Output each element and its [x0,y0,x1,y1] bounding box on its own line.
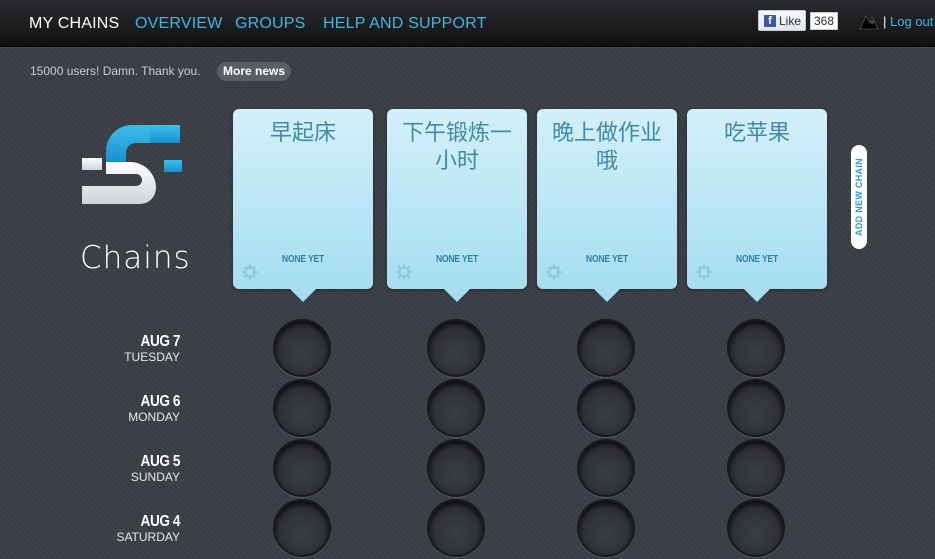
day-slot-aug4-chain3[interactable] [577,499,635,557]
facebook-icon: f [764,14,776,27]
chain-title: 下午锻炼一小时 [401,120,512,173]
day-weekday: TUESDAY [124,350,180,364]
add-new-chain-label: ADD NEW CHAIN [854,158,864,236]
logo-wordmark: Chains [80,240,191,276]
gear-icon[interactable] [695,263,713,281]
day-date: AUG 7 [140,333,181,350]
day-slot-aug5-chain4[interactable] [727,439,785,497]
day-slot-aug7-chain1[interactable] [273,319,331,377]
facebook-like-button[interactable]: f Like [758,10,806,31]
day-date: AUG 6 [140,393,181,410]
separator: | [883,14,887,29]
day-label: AUG 4 SATURDAY [100,513,180,544]
day-slot-aug6-chain4[interactable] [727,379,785,437]
day-slot-aug7-chain4[interactable] [727,319,785,377]
chain-title: 吃苹果 [723,120,790,145]
day-slot-aug5-chain2[interactable] [427,439,485,497]
like-count: 368 [810,12,839,30]
nav-overview[interactable]: OVERVIEW [135,15,223,33]
chain-card[interactable]: 晚上做作业哦 NONE YET [537,109,677,302]
nav-groups[interactable]: GROUPS [235,15,306,33]
chain-title: 晚上做作业哦 [551,120,662,173]
day-slot-aug7-chain2[interactable] [427,319,485,377]
like-label: Like [779,13,802,28]
day-slot-aug4-chain1[interactable] [273,499,331,557]
day-slot-aug6-chain1[interactable] [273,379,331,437]
day-slot-aug6-chain3[interactable] [577,379,635,437]
nav-my-chains[interactable]: MY CHAINS [29,15,119,33]
day-weekday: MONDAY [128,410,180,424]
chain-card[interactable]: 早起床 NONE YET [233,109,373,302]
logout-link[interactable]: Log out [890,14,933,29]
chains-logo-icon [82,125,182,204]
nav-help-and-support[interactable]: HELP AND SUPPORT [323,15,487,33]
gear-icon[interactable] [545,263,563,281]
day-slot-aug5-chain1[interactable] [273,439,331,497]
day-slot-aug6-chain2[interactable] [427,379,485,437]
day-slot-aug5-chain3[interactable] [577,439,635,497]
gear-icon[interactable] [241,263,259,281]
day-weekday: SUNDAY [130,470,180,484]
day-label: AUG 5 SUNDAY [100,453,181,484]
chain-status: NONE YET [736,254,778,265]
chain-status: NONE YET [586,254,628,265]
day-label: AUG 6 MONDAY [100,393,180,424]
account-links: | Log out [883,14,933,29]
chain-card[interactable]: 下午锻炼一小时 NONE YET [387,109,527,302]
chain-title: 早起床 [269,120,336,145]
day-weekday: SATURDAY [116,530,180,544]
day-date: AUG 5 [140,453,181,470]
day-slot-aug4-chain2[interactable] [427,499,485,557]
more-news-button[interactable]: More news [217,62,292,81]
user-avatar-icon[interactable] [858,13,880,31]
day-date: AUG 4 [140,513,181,530]
chain-card[interactable]: 吃苹果 NONE YET [687,109,827,302]
chain-status: NONE YET [282,254,324,265]
gear-icon[interactable] [395,263,413,281]
day-slot-aug4-chain4[interactable] [727,499,785,557]
news-text: 15000 users! Damn. Thank you. [30,64,201,78]
top-navigation-bar: MY CHAINS OVERVIEW GROUPS HELP AND SUPPO… [0,0,935,47]
chain-status: NONE YET [436,254,478,265]
day-slot-aug7-chain3[interactable] [577,319,635,377]
day-label: AUG 7 TUESDAY [100,333,180,364]
add-new-chain-button[interactable]: ADD NEW CHAIN [851,145,867,249]
